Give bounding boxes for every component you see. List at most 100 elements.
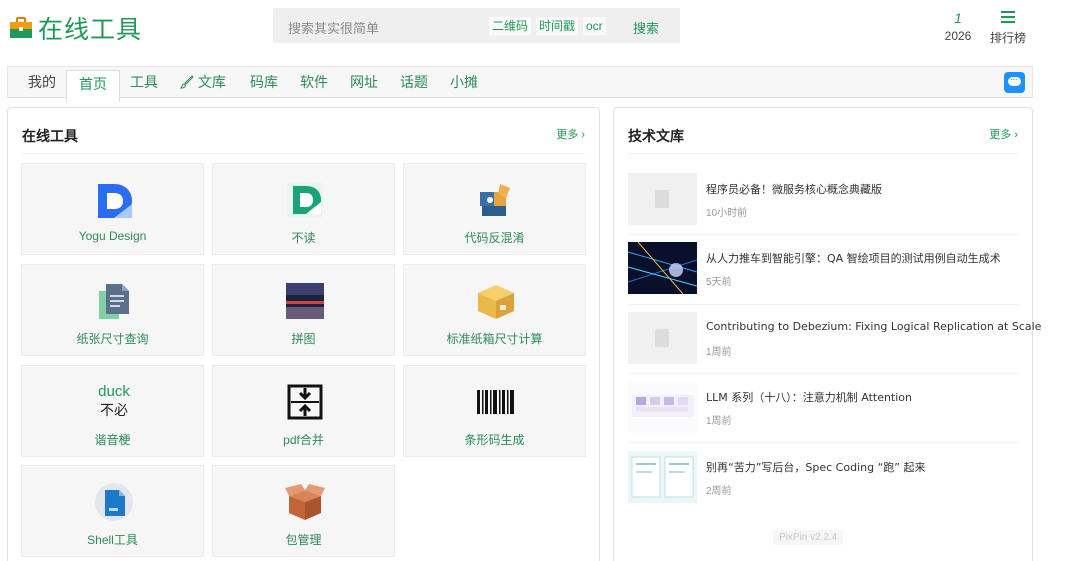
article-title[interactable]: 从人力推车到智能引擎：QA 智绘项目的测试用例自动生成术 bbox=[706, 250, 1001, 266]
tool-card-code-deobfuscate[interactable]: 代码反混淆 bbox=[403, 163, 586, 255]
nav-item-docs-label: 文库 bbox=[197, 74, 226, 90]
articles-more-link[interactable]: 更多 › bbox=[989, 126, 1018, 142]
divider bbox=[628, 442, 1020, 443]
tool-card-shell[interactable]: Shell工具 bbox=[21, 465, 204, 557]
tool-card-budu[interactable]: 不读 bbox=[212, 163, 395, 255]
tool-name: 纸张尺寸查询 bbox=[76, 332, 149, 346]
tool-name: 条形码生成 bbox=[464, 433, 525, 447]
articles-more-label: 更多 bbox=[989, 129, 1012, 141]
briefcase-icon bbox=[10, 17, 32, 38]
document-placeholder-icon bbox=[655, 190, 669, 208]
year-number: 1 bbox=[954, 10, 962, 26]
tools-panel-title: 在线工具 bbox=[22, 129, 78, 145]
divider bbox=[628, 304, 1020, 305]
article-time: 5天前 bbox=[706, 277, 732, 288]
chat-icon[interactable] bbox=[1004, 72, 1025, 93]
tool-name: 代码反混淆 bbox=[464, 231, 525, 245]
tool-card-pdf-merge[interactable]: pdf合并 bbox=[212, 365, 395, 457]
search-bar[interactable]: 搜索其实很简单 二维码 时间戳 ocr 搜索 bbox=[273, 8, 680, 43]
site-logo[interactable]: 在线工具 bbox=[9, 10, 142, 46]
chevron-right-icon: › bbox=[1014, 129, 1018, 141]
yogu-design-icon bbox=[98, 184, 132, 218]
ranking-label: 排行榜 bbox=[989, 31, 1026, 45]
nav-item-codes[interactable]: 码库 bbox=[250, 67, 278, 98]
puzzle-photo-icon bbox=[286, 283, 324, 319]
barcode-icon bbox=[477, 390, 514, 414]
tools-more-link[interactable]: 更多 › bbox=[556, 126, 585, 142]
site-title: 在线工具 bbox=[38, 15, 143, 44]
tool-name: 不读 bbox=[291, 231, 316, 245]
tool-card-yogu-design[interactable]: Yogu Design bbox=[21, 163, 204, 255]
document-placeholder-icon bbox=[655, 329, 669, 347]
article-title[interactable]: 别再“苦力”写后台，Spec Coding “跑” 起来 bbox=[706, 459, 925, 475]
tool-card-puzzle[interactable]: 拼图 bbox=[212, 264, 395, 356]
carton-box-icon bbox=[478, 285, 514, 319]
search-input[interactable]: 搜索其实很简单 bbox=[288, 18, 379, 37]
chevron-right-icon: › bbox=[581, 129, 585, 141]
header: 在线工具 搜索其实很简单 二维码 时间戳 ocr 搜索 1 2026 排行榜 bbox=[0, 0, 1080, 62]
shell-tool-icon bbox=[95, 483, 133, 521]
search-chip-qrcode[interactable]: 二维码 bbox=[489, 17, 532, 35]
nav-item-stall[interactable]: 小摊 bbox=[450, 67, 478, 98]
article-title[interactable]: 程序员必备！微服务核心概念典藏版 bbox=[706, 181, 882, 197]
divider bbox=[628, 153, 1018, 154]
search-button[interactable]: 搜索 bbox=[633, 18, 659, 37]
article-item[interactable]: 别再“苦力”写后台，Spec Coding “跑” 起来 2周前 bbox=[628, 451, 1020, 503]
nav-item-tools[interactable]: 工具 bbox=[130, 67, 158, 98]
tool-card-carton-box[interactable]: 标准纸箱尺寸计算 bbox=[403, 264, 586, 356]
pixpin-watermark: PixPin v2.2.4 bbox=[773, 530, 844, 545]
article-thumbnail bbox=[628, 381, 697, 433]
tool-name: pdf合并 bbox=[283, 433, 324, 447]
list-icon bbox=[1001, 11, 1015, 23]
article-item[interactable]: Contributing to Debezium: Fixing Logical… bbox=[628, 312, 1041, 364]
nav-item-sites[interactable]: 网址 bbox=[350, 67, 378, 98]
article-thumbnail bbox=[628, 242, 697, 294]
divider bbox=[22, 153, 585, 154]
ranking-link[interactable]: 排行榜 bbox=[988, 10, 1028, 46]
article-title[interactable]: Contributing to Debezium: Fixing Logical… bbox=[706, 320, 1041, 333]
article-time: 2周前 bbox=[706, 486, 732, 497]
pdf-merge-icon bbox=[287, 384, 323, 420]
budu-icon bbox=[287, 182, 323, 218]
tool-name: 包管理 bbox=[285, 533, 322, 547]
article-item[interactable]: 从人力推车到智能引擎：QA 智绘项目的测试用例自动生成术 5天前 bbox=[628, 242, 1020, 294]
nav-item-docs[interactable]: 文库 bbox=[179, 67, 226, 98]
article-time: 1周前 bbox=[706, 347, 732, 358]
tool-name: 拼图 bbox=[291, 332, 316, 346]
nav-item-software[interactable]: 软件 bbox=[300, 67, 328, 98]
article-time: 1周前 bbox=[706, 416, 732, 427]
main-nav: 我的 首页 工具 文库 码库 软件 网址 话题 小摊 bbox=[7, 66, 1033, 102]
nav-item-mine[interactable]: 我的 bbox=[28, 67, 56, 98]
code-deobfuscate-icon bbox=[480, 184, 510, 216]
tool-card-paper-size[interactable]: 纸张尺寸查询 bbox=[21, 264, 204, 356]
tool-card-package[interactable]: 包管理 bbox=[212, 465, 395, 557]
tool-name: 标准纸箱尺寸计算 bbox=[446, 332, 543, 346]
icon-text-line: 不必 bbox=[100, 402, 128, 418]
tools-more-label: 更多 bbox=[556, 129, 579, 141]
tools-panel: 在线工具 更多 › Yogu Design 不读 代码反混淆 纸张尺寸查询 拼图… bbox=[7, 107, 600, 561]
tool-name: 谐音梗 bbox=[94, 433, 131, 447]
articles-panel: 技术文库 更多 › 程序员必备！微服务核心概念典藏版 10小时前 从人力推车到智… bbox=[613, 107, 1041, 561]
tool-card-pun[interactable]: duck 不必 谐音梗 bbox=[21, 365, 204, 457]
year-label: 2026 bbox=[944, 29, 972, 43]
divider bbox=[628, 234, 1020, 235]
article-title[interactable]: LLM 系列（十八）：注意力机制 Attention bbox=[706, 389, 912, 405]
article-thumbnail bbox=[628, 312, 697, 364]
year-stat[interactable]: 1 2026 bbox=[938, 10, 978, 43]
nav-item-home[interactable]: 首页 bbox=[66, 70, 120, 102]
article-item[interactable]: LLM 系列（十八）：注意力机制 Attention 1周前 bbox=[628, 381, 1020, 433]
paper-size-icon bbox=[99, 284, 129, 319]
package-box-icon bbox=[285, 484, 325, 520]
tool-name: Shell工具 bbox=[87, 533, 138, 547]
tool-card-barcode[interactable]: 条形码生成 bbox=[403, 365, 586, 457]
search-chip-timestamp[interactable]: 时间戳 bbox=[536, 17, 579, 35]
divider bbox=[628, 373, 1020, 374]
icon-text-line: duck bbox=[98, 383, 130, 400]
article-thumbnail bbox=[628, 173, 697, 225]
nav-item-topics[interactable]: 话题 bbox=[400, 67, 428, 98]
search-chip-ocr[interactable]: ocr bbox=[583, 17, 606, 35]
articles-panel-title: 技术文库 bbox=[628, 129, 684, 145]
tool-name: Yogu Design bbox=[78, 229, 147, 243]
article-item[interactable]: 程序员必备！微服务核心概念典藏版 10小时前 bbox=[628, 173, 1020, 225]
article-time: 10小时前 bbox=[706, 208, 748, 219]
